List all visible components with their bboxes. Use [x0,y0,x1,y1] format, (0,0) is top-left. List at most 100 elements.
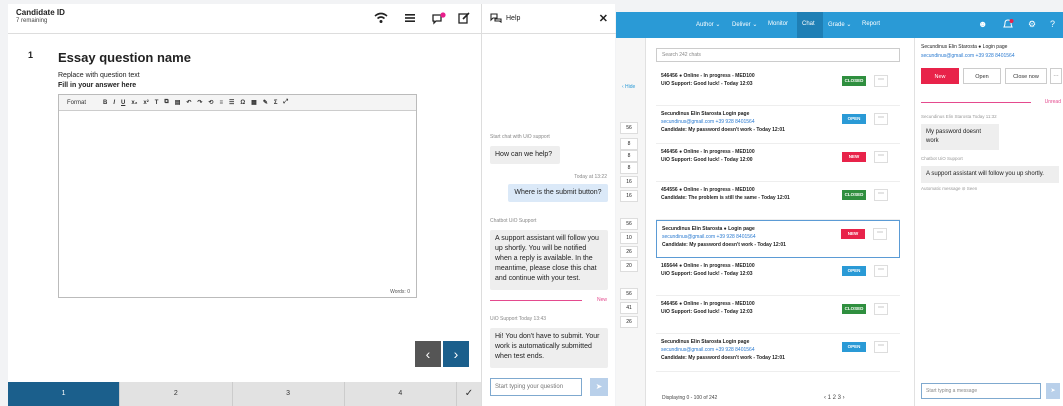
page-tab-3[interactable]: 3 [233,382,345,406]
display-count: Displaying 0 - 100 of 242 [662,395,718,401]
undo-icon[interactable]: ↶ [186,99,191,106]
card-more-icon[interactable]: ⋯ [874,151,888,163]
omega-icon[interactable]: Ω [240,100,245,106]
chat-card[interactable]: 546456 ● Online - In progress - MED100 Ui… [656,296,900,334]
redo-icon[interactable]: ↷ [197,99,202,106]
card-more-icon[interactable]: ⋯ [874,303,888,315]
card-more-icon[interactable]: ⋯ [874,75,888,87]
nav-author[interactable]: Author ⌄ [696,21,720,28]
left-number-5: 16 [620,190,638,202]
subscript-icon[interactable]: x₂ [131,100,137,106]
card-more-icon[interactable]: ⋯ [874,265,888,277]
status-badge: NEW [841,229,865,239]
next-button[interactable]: › [443,341,469,367]
left-column: ‹ Hide 56 8 8 8 16 16 56 10 26 20 56 41 26 [616,38,646,406]
close-icon[interactable]: ✕ [599,12,608,25]
card-more-icon[interactable]: ⋯ [873,228,887,240]
nav-chat[interactable]: Chat [802,21,815,27]
chat-card[interactable]: 454556 ● Online - In progress - MED100 Ca… [656,182,900,220]
chat-card[interactable]: 165644 ● Online - In progress - MED100 Ui… [656,258,900,296]
nav-grade[interactable]: Grade ⌄ [828,21,851,28]
send-icon[interactable]: ➤ [590,378,608,396]
page-tab-4[interactable]: 4 [345,382,457,406]
exam-topbar: Candidate ID 7 remaining [8,4,481,34]
question-title: Essay question name [58,50,191,65]
copy-icon[interactable]: ⧉ [164,99,168,106]
chat-card[interactable]: Secundinus Elin Starosta Login page secun… [656,334,900,372]
status-badge: OPEN [842,114,866,124]
message-input[interactable]: Start typing a message [921,383,1041,399]
help-icon[interactable]: ? [1050,19,1055,29]
hide-toggle[interactable]: ‹ Hide [622,84,635,90]
new-button[interactable]: New [921,68,959,84]
previous-button[interactable]: ‹ [415,341,441,367]
page-tab-1[interactable]: 1 [8,382,121,406]
left-number-11: 41 [620,302,638,314]
left-number-3: 8 [620,162,638,174]
chat-start-label: Start chat with UiO support [490,134,550,140]
pagination[interactable]: ‹ 1 2 3 › [824,395,845,401]
bold-icon[interactable]: B [103,100,107,106]
answer-editor[interactable]: Format B I U x₂ x² T ⧉ ▤ ↶ ↷ ⟲ ≡ ☰ Ω ▦ ✎… [58,94,417,298]
unread-label: Unread [1044,99,1061,105]
edit-icon[interactable] [458,12,470,26]
chat-card[interactable]: Secundinus Elin Starosta ● Login page sec… [656,220,900,258]
card-more-icon[interactable]: ⋯ [874,113,888,125]
check-icon[interactable]: ✓ [457,382,481,406]
card-more-icon[interactable]: ⋯ [874,189,888,201]
word-count: Words: 0 [390,289,410,295]
chat-card-line3: Candidate: My password doesn't work - To… [661,127,785,133]
chat-bubbles-icon [490,13,502,25]
gear-icon[interactable]: ⚙ [1028,19,1036,30]
chat-card[interactable]: Secundinus Elin Starosta Login page secun… [656,106,900,144]
new-label: New [596,297,607,303]
wifi-icon [374,12,388,26]
nav-monitor[interactable]: Monitor [768,21,788,27]
chat-card-line3: Candidate: My password doesn't work - To… [661,355,785,361]
sigma-icon[interactable]: Σ [274,100,278,106]
status-badge: OPEN [842,342,866,352]
bell-icon[interactable] [1002,19,1014,32]
paste-icon[interactable]: ▤ [175,99,181,106]
card-more-icon[interactable]: ⋯ [874,341,888,353]
page-tab-2[interactable]: 2 [120,382,233,406]
admin-window: Author ⌄ Deliver ⌄ Monitor Chat Grade ⌄ … [616,12,1063,406]
candidate-id: Candidate ID [16,8,65,17]
numbered-list-icon[interactable]: ≡ [219,100,223,106]
chat-card[interactable]: 546456 ● Online - In progress - MED100 Ui… [656,144,900,182]
fullscreen-icon[interactable]: ⤢ [283,99,288,106]
clear-format-icon[interactable]: T [155,100,159,106]
chat-notification-icon[interactable] [432,12,446,28]
spellcheck-icon[interactable]: ⟲ [208,99,213,106]
italic-icon[interactable]: I [113,100,115,106]
status-badge: OPEN [842,266,866,276]
help-input[interactable]: Start typing your question [490,378,582,396]
menu-icon[interactable] [404,12,416,26]
chat-detail: Secundinus Elin Starosta ● Login page se… [914,38,1063,406]
left-number-0: 56 [620,122,638,134]
nav-report[interactable]: Report [862,21,880,27]
underline-icon[interactable]: U [121,100,125,106]
left-number-9: 20 [620,260,638,272]
open-button[interactable]: Open [963,68,1001,84]
detail-contact[interactable]: secundinus@gmail.com +39 928 8401564 [921,53,1015,59]
close-now-button[interactable]: Close now [1005,68,1047,84]
bullet-list-icon[interactable]: ☰ [229,99,234,106]
question-text: Replace with question text [58,72,140,79]
table-icon[interactable]: ▦ [251,99,257,106]
format-dropdown[interactable]: Format [67,100,97,106]
user-menu-icon[interactable]: ☻ [978,19,987,29]
pen-icon[interactable]: ✎ [263,99,268,106]
status-badge: CLOSED [842,304,866,314]
more-button[interactable]: ⋯ [1050,68,1062,84]
remaining-count: 7 remaining [16,18,48,24]
superscript-icon[interactable]: x² [143,100,148,106]
status-badge: CLOSED [842,190,866,200]
chat-card[interactable]: 546456 ● Online - In progress - MED100 Ui… [656,68,900,106]
send-message-icon[interactable]: ➤ [1046,383,1060,399]
chatbot-label: Chatbot UiO Support [490,218,537,224]
chatbot-message: A support assistant will follow you up s… [490,230,608,290]
nav-deliver[interactable]: Deliver ⌄ [732,21,757,28]
chat-search-input[interactable]: Search 242 chats [656,48,900,62]
chatbot-reply: A support assistant will follow you up s… [921,166,1059,183]
